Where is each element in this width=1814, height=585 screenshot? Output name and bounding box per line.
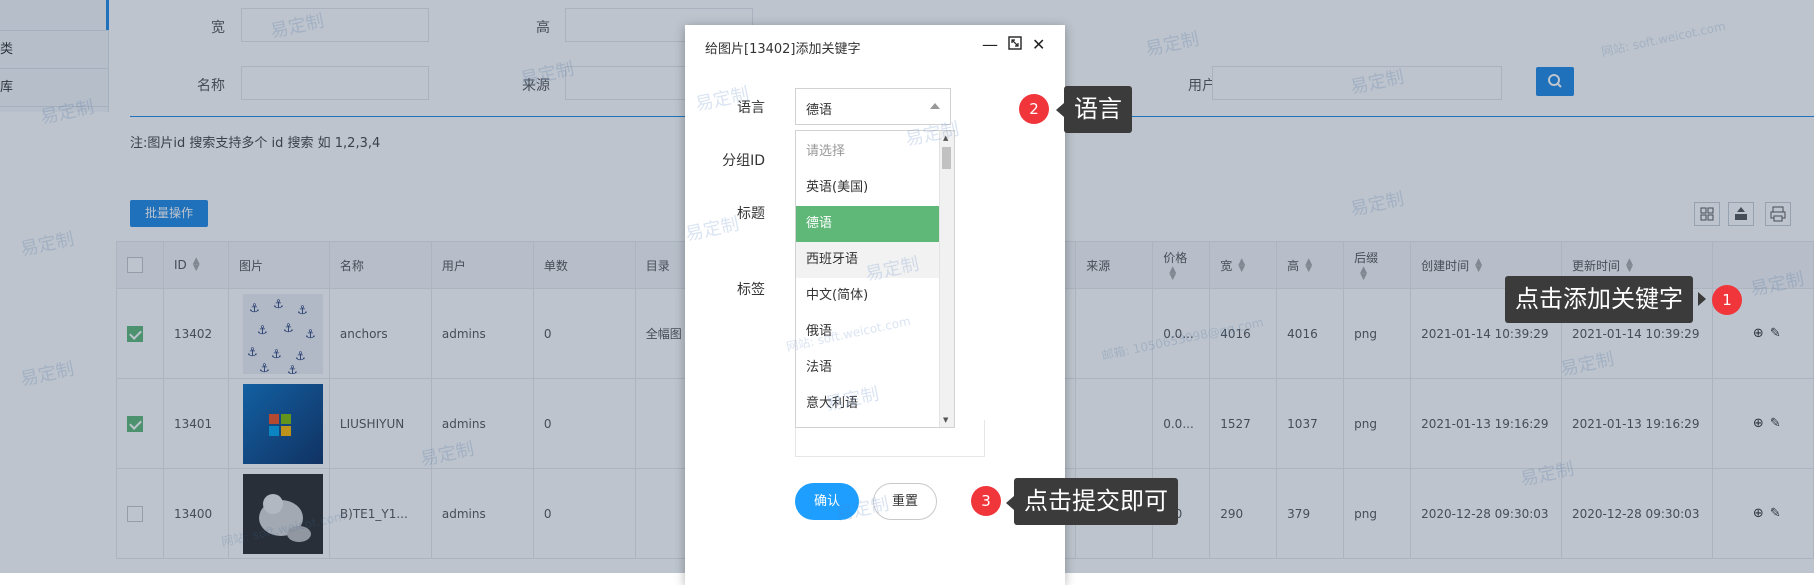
- callout-tip-2: 语言: [1064, 86, 1132, 133]
- title-label: 标题: [737, 206, 765, 222]
- dropdown-scrollbar[interactable]: ▲ ▼: [939, 131, 954, 427]
- language-option[interactable]: 法语: [796, 350, 940, 386]
- language-option[interactable]: 请选择: [796, 134, 940, 170]
- tag-label: 标签: [737, 282, 765, 298]
- language-dropdown: 请选择 英语(美国) 德语 西班牙语 中文(简体) 俄语 法语 意大利语 ▲ ▼: [795, 130, 955, 428]
- callout-tip-3: 点击提交即可: [1014, 478, 1178, 525]
- callout-pointer-1: [1698, 292, 1706, 306]
- reset-button[interactable]: 重置: [873, 483, 937, 520]
- chevron-up-icon: [930, 103, 940, 109]
- maximize-icon[interactable]: [1007, 35, 1023, 55]
- group-id-label: 分组ID: [722, 153, 765, 169]
- language-option-selected[interactable]: 德语: [796, 206, 940, 242]
- callout-pointer-2: [1056, 103, 1064, 117]
- callout-pointer-3: [1006, 496, 1014, 510]
- language-select[interactable]: 德语: [795, 88, 951, 125]
- scrollbar-thumb[interactable]: [942, 147, 951, 169]
- language-option[interactable]: 意大利语: [796, 386, 940, 422]
- language-option[interactable]: 中文(简体): [796, 278, 940, 314]
- minimize-icon[interactable]: —: [982, 35, 998, 54]
- dialog-title: 给图片[13402]添加关键字: [705, 42, 861, 57]
- callout-badge-2: 2: [1019, 94, 1049, 124]
- callout-tip-1: 点击添加关键字: [1505, 276, 1693, 323]
- language-option[interactable]: 英语(美国): [796, 170, 940, 206]
- callout-badge-3: 3: [971, 486, 1001, 516]
- language-label: 语言: [737, 100, 765, 116]
- language-option[interactable]: 西班牙语: [796, 242, 940, 278]
- scroll-down-icon[interactable]: ▼: [943, 416, 948, 424]
- language-select-value: 德语: [806, 103, 833, 118]
- callout-badge-1: 1: [1712, 285, 1742, 315]
- confirm-button[interactable]: 确认: [795, 483, 859, 520]
- scroll-up-icon[interactable]: ▲: [943, 134, 948, 142]
- close-icon[interactable]: ✕: [1032, 35, 1045, 54]
- language-option[interactable]: 俄语: [796, 314, 940, 350]
